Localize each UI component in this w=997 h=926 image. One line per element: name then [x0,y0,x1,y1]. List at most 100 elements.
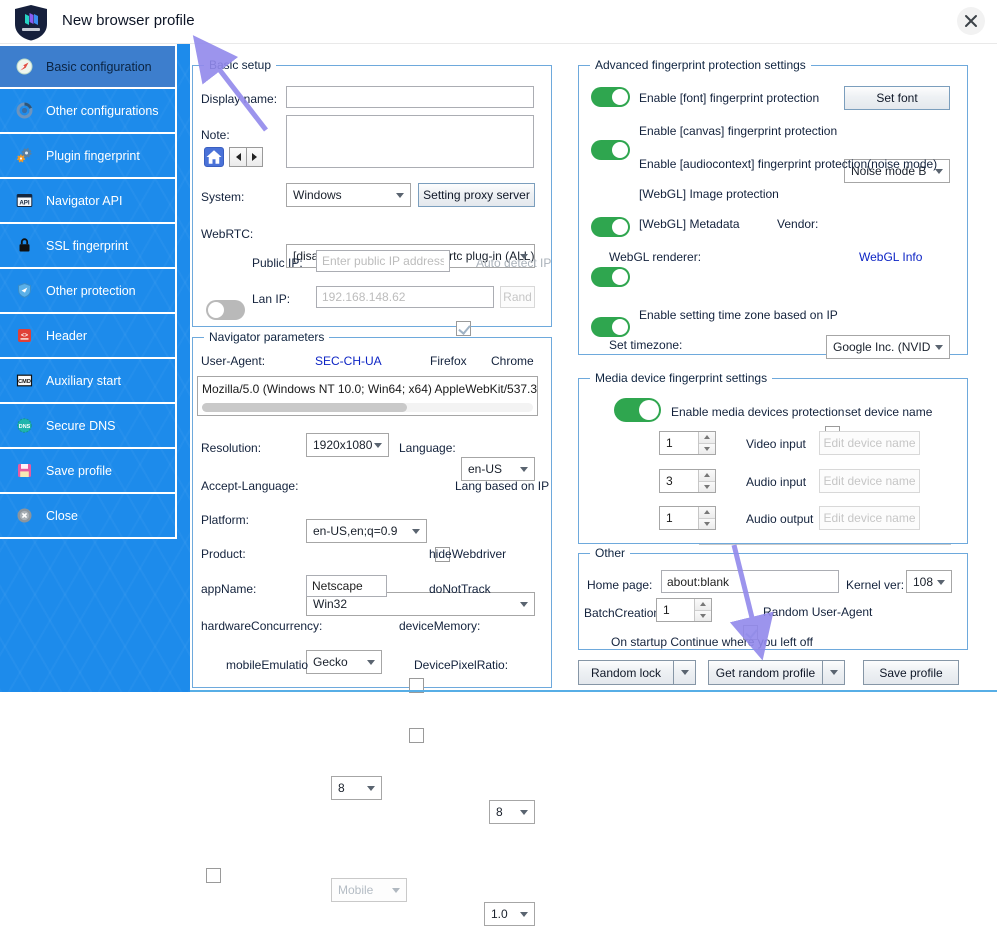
svg-text:DNS: DNS [19,424,31,430]
chevron-down-icon [937,580,945,585]
mobile-select[interactable]: Mobile [331,878,407,902]
sidebar-item-label: Close [46,509,78,523]
resolution-select[interactable]: 1920x1080 [306,433,389,457]
spinner-up-button[interactable] [699,432,715,444]
home-button[interactable] [204,147,224,167]
audiocontext-protection-label: Enable [audiocontext] fingerprint protec… [639,157,937,171]
random-lock-button[interactable]: Random lock [578,660,674,685]
font-protection-label: Enable [font] fingerprint protection [639,91,819,105]
audio-input-edit-device-name-button[interactable]: Edit device name [819,469,920,493]
product-select[interactable]: Gecko [306,650,382,674]
sidebar-item-secure-dns[interactable]: DNSSecure DNS [0,404,177,449]
lock-icon [16,237,33,254]
toggle-knob [612,142,628,158]
chevron-down-icon [520,467,528,472]
basic-setup-group: Basic setup Display name: Note: System: … [192,65,552,327]
vendor-value: Google Inc. (NVID [833,340,930,354]
audiocontext-protection-toggle[interactable] [591,217,630,237]
sidebar-item-auxiliary-start[interactable]: CMDAuxiliary start [0,359,177,404]
hardware-concurrency-select[interactable]: 8 [331,776,382,800]
spinner-down-button[interactable] [695,611,711,622]
media-protection-toggle[interactable] [614,398,661,422]
video-input-count-spinner[interactable]: 1 [659,431,716,455]
random-lock-dropdown-button[interactable] [674,660,696,685]
system-select[interactable]: Windows [286,183,411,207]
shield-icon [16,282,33,299]
sidebar-item-save-profile[interactable]: Save profile [0,449,177,494]
get-random-profile-dropdown-button[interactable] [823,660,845,685]
sidebar-item-label: Header [46,329,87,343]
save-profile-button[interactable]: Save profile [863,660,959,685]
spinner-down-button[interactable] [699,519,715,530]
set-font-button[interactable]: Set font [844,86,950,110]
video-input-label: Video input [746,437,806,451]
ua-scrollbar-thumb[interactable] [202,403,407,412]
media-device-group: Media device fingerprint settings Enable… [578,378,968,544]
chrome-option[interactable]: Chrome [491,354,534,368]
video-input-edit-device-name-button[interactable]: Edit device name [819,431,920,455]
audio-input-label: Audio input [746,475,806,489]
sidebar-item-basic-configuration[interactable]: Basic configuration [0,44,177,89]
public-ip-toggle[interactable] [206,300,245,320]
sidebar-item-header[interactable]: <> Header [0,314,177,359]
note-textarea[interactable] [286,115,534,168]
audio-input-count-value: 3 [660,470,698,492]
audio-output-edit-device-name-button[interactable]: Edit device name [819,506,920,530]
close-circle-icon [16,507,33,524]
webgl-image-toggle[interactable] [591,267,630,287]
lang-based-on-ip-label: Lang based on IP [455,479,549,493]
language-value: en-US [468,462,502,476]
audio-input-count-spinner[interactable]: 3 [659,469,716,493]
device-pixel-ratio-select[interactable]: 1.0 [484,902,535,926]
home-page-label: Home page: [587,578,652,592]
language-select[interactable]: en-US [461,457,535,481]
webrtc-label: WebRTC: [201,227,253,241]
batch-creation-spinner[interactable]: 1 [656,598,712,622]
spinner-up-button[interactable] [699,470,715,482]
group-title: Navigator parameters [204,330,329,344]
header-icon: <> [16,327,33,344]
vendor-select[interactable]: Google Inc. (NVID [826,335,950,359]
accept-language-select[interactable]: en-US,en;q=0.9 [306,519,427,543]
get-random-profile-button[interactable]: Get random profile [708,660,823,685]
close-window-button[interactable] [957,7,985,35]
rand-button[interactable]: Rand [500,286,535,308]
audio-output-count-spinner[interactable]: 1 [659,506,716,530]
auto-detect-ip-checkbox[interactable] [456,321,471,336]
sidebar-item-close[interactable]: Close [0,494,177,539]
do-not-track-checkbox[interactable] [409,728,424,743]
accept-language-label: Accept-Language: [201,479,298,493]
device-memory-select[interactable]: 8 [489,800,535,824]
webgl-info-link[interactable]: WebGL Info [859,250,922,264]
spinner-down-button[interactable] [699,482,715,493]
sidebar-item-ssl-fingerprint[interactable]: SSL fingerprint [0,224,177,269]
user-agent-box[interactable]: Mozilla/5.0 (Windows NT 10.0; Win64; x64… [197,376,538,416]
appname-input[interactable] [306,575,387,597]
display-name-input[interactable] [286,86,534,108]
left-arrow-icon [236,153,241,161]
system-value: Windows [293,188,342,202]
firefox-option[interactable]: Firefox [430,354,467,368]
font-protection-toggle[interactable] [591,87,630,107]
sec-ch-ua-link[interactable]: SEC-CH-UA [315,354,382,368]
spinner-up-button[interactable] [695,599,711,611]
public-ip-input[interactable] [316,250,450,272]
webgl-metadata-toggle[interactable] [591,317,630,337]
prev-arrow-button[interactable] [230,148,246,166]
sidebar-item-other-protection[interactable]: Other protection [0,269,177,314]
home-page-input[interactable] [661,570,839,593]
kernel-version-select[interactable]: 108 [906,570,952,593]
setting-proxy-server-button[interactable]: Setting proxy server [418,183,535,207]
mobile-emulation-checkbox[interactable] [206,868,221,883]
canvas-protection-toggle[interactable] [591,140,630,160]
lan-ip-input[interactable] [316,286,494,308]
sidebar-item-navigator-api[interactable]: APINavigator API [0,179,177,224]
spinner-down-button[interactable] [699,444,715,455]
sidebar-item-label: Navigator API [46,194,122,208]
sidebar-item-plugin-fingerprint[interactable]: Plugin fingerprint [0,134,177,179]
next-arrow-button[interactable] [246,148,262,166]
sidebar-item-other-configurations[interactable]: Other configurations [0,89,177,134]
hide-webdriver-checkbox[interactable] [409,678,424,693]
spinner-up-button[interactable] [699,507,715,519]
mobile-emulation-label: mobileEmulatio [226,658,308,672]
